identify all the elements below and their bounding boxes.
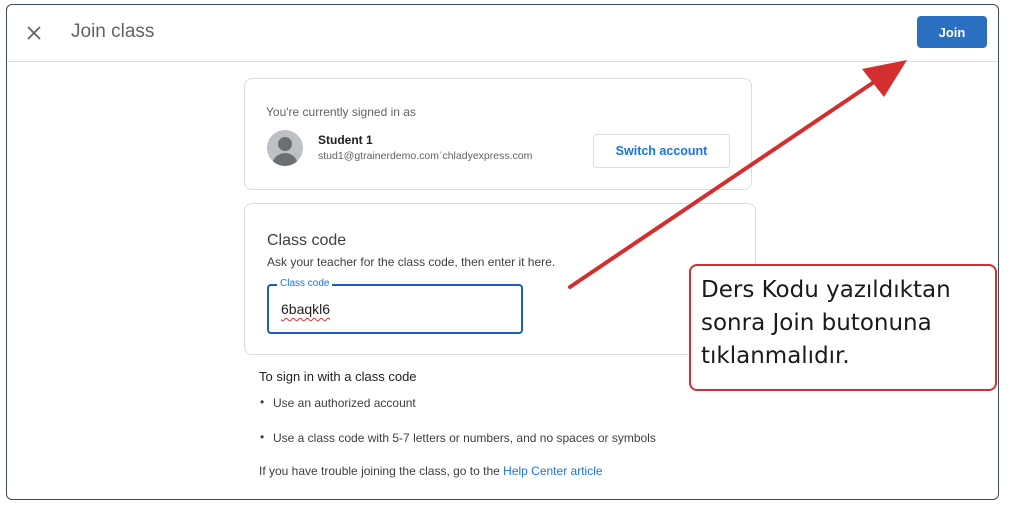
dialog-title: Join class [71,21,155,42]
help-center-text: If you have trouble joining the class, g… [259,464,759,478]
signed-in-label: You're currently signed in as [266,105,416,119]
help-center-link[interactable]: Help Center article [503,464,602,478]
annotation-callout: Ders Kodu yazıldıktan sonra Join butonun… [689,264,997,391]
bullet-icon: • [260,430,265,444]
user-name: Student 1 [318,133,373,147]
class-code-field-label: Class code [277,278,333,289]
class-code-title: Class code [267,232,347,249]
bullet-icon: • [260,395,265,409]
dialog-header: Join class Join [7,5,998,62]
class-code-instructions: To sign in with a class code • Use an au… [259,369,759,478]
user-email: stud1@gtrainerdemo.comʾchladyexpress.com [318,150,533,162]
instruction-item: • Use a class code with 5-7 letters or n… [259,430,759,445]
instruction-item: • Use an authorized account [259,395,759,410]
close-icon[interactable] [23,22,45,44]
class-code-value[interactable]: 6baqkl6 [281,301,330,317]
switch-account-button[interactable]: Switch account [593,134,730,168]
help-center-prefix: If you have trouble joining the class, g… [259,464,504,478]
instructions-title: To sign in with a class code [259,369,417,384]
class-code-card: Class code Ask your teacher for the clas… [244,203,756,355]
instruction-text: Use an authorized account [273,396,416,410]
class-code-input[interactable]: Class code 6baqkl6 [267,278,523,334]
class-code-help: Ask your teacher for the class code, the… [267,255,556,269]
join-button[interactable]: Join [917,16,987,48]
signed-in-card: You're currently signed in as Student 1 … [244,78,752,190]
person-avatar-icon [267,130,303,166]
instruction-text: Use a class code with 5-7 letters or num… [273,431,656,445]
